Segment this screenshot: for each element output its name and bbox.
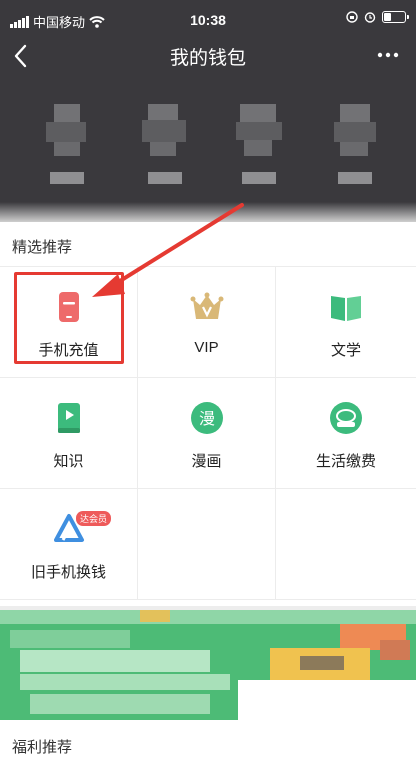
blurred-item[interactable] bbox=[328, 94, 384, 204]
book-open-icon bbox=[331, 296, 361, 321]
knowledge-book-icon bbox=[57, 403, 80, 433]
empty-cell bbox=[138, 489, 276, 600]
section-title: 福利推荐 bbox=[12, 739, 73, 756]
status-right bbox=[346, 11, 409, 23]
more-dots-icon[interactable] bbox=[376, 51, 400, 59]
nav-bar: 我的钱包 bbox=[0, 34, 416, 76]
battery-icon bbox=[382, 11, 409, 23]
crown-icon bbox=[190, 292, 223, 319]
member-badge: 达会员 bbox=[76, 511, 112, 526]
life-payment-icon bbox=[330, 402, 362, 434]
overlay-block bbox=[238, 680, 416, 769]
service-knowledge[interactable]: 知识 bbox=[0, 378, 138, 489]
blurred-item[interactable] bbox=[40, 94, 96, 204]
wallet-header-blurred[interactable] bbox=[0, 76, 416, 222]
lock-rotation-icon bbox=[346, 11, 358, 23]
service-label: 旧手机换钱 bbox=[30, 564, 106, 581]
service-label: VIP bbox=[194, 339, 219, 356]
service-label: 漫画 bbox=[191, 453, 222, 470]
blurred-item[interactable] bbox=[138, 94, 194, 204]
highlight-box bbox=[14, 272, 124, 364]
section-title: 精选推荐 bbox=[12, 239, 73, 256]
page-title: 我的钱包 bbox=[169, 48, 246, 69]
comic-icon: 漫 bbox=[190, 402, 223, 434]
service-label: 文学 bbox=[330, 342, 361, 359]
service-literature[interactable]: 文学 bbox=[276, 267, 416, 378]
header-fade bbox=[0, 202, 416, 222]
empty-cell bbox=[276, 489, 416, 600]
service-recycle-phone[interactable]: 达会员 旧手机换钱 bbox=[0, 489, 138, 600]
svg-text:漫: 漫 bbox=[198, 409, 214, 428]
blurred-item[interactable] bbox=[232, 94, 288, 204]
service-life-payment[interactable]: 生活缴费 bbox=[276, 378, 416, 489]
service-label: 生活缴费 bbox=[315, 453, 376, 470]
service-vip[interactable]: VIP bbox=[138, 267, 276, 378]
alarm-icon bbox=[364, 12, 376, 23]
service-label: 知识 bbox=[53, 453, 84, 470]
service-grid: 手机充值 VIP 文学 知识 漫 漫画 生活缴费 达会员 旧手机换钱 bbox=[0, 266, 416, 600]
service-comic[interactable]: 漫 漫画 bbox=[138, 378, 276, 489]
